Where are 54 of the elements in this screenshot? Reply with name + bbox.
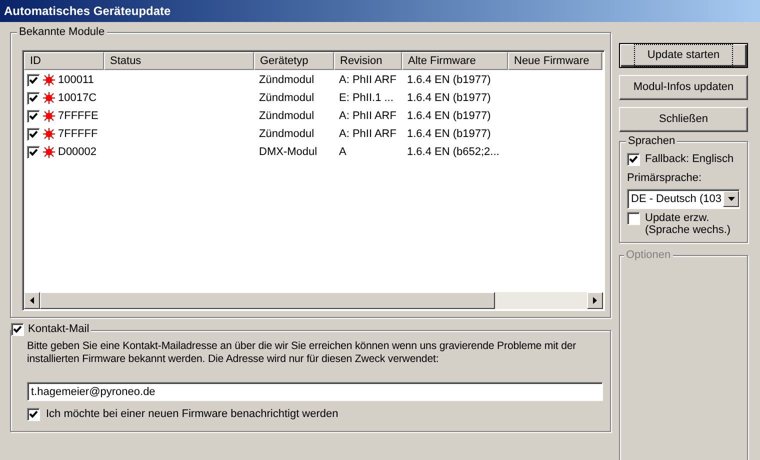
scroll-right-button[interactable] [587,292,603,309]
table-cell-text: 7FFFFF [58,126,98,142]
field-label: Primärsprache: [627,170,703,186]
scroll-left-button[interactable] [24,292,40,309]
table-cell-text: 7FFFFE [58,108,98,124]
table-cell: E: PhII.1 ... [339,92,394,104]
burst-icon [43,74,55,86]
table-cell: Zündmodul [259,110,314,122]
column-header[interactable]: Alte Firmware [402,52,508,70]
table-cell-text: D00002 [58,144,97,160]
notify-checkbox[interactable] [27,408,40,421]
dialog-button[interactable]: Modul-Infos updaten [619,75,748,100]
table-cell: DMX-Modul [259,146,318,158]
table-cell: A: PhII ARF [339,110,396,122]
table-cell: A: PhII ARF [339,128,396,140]
scroll-thumb[interactable] [40,292,495,309]
burst-icon [43,92,55,104]
column-header[interactable]: Gerätetyp [254,52,334,70]
window-title: Automatisches Geräteupdate [4,3,171,20]
table-cell: A: PhII ARF [339,74,396,86]
table-cell: Zündmodul [259,92,314,104]
dialog-button[interactable]: Update starten [619,43,748,68]
burst-icon [43,128,55,140]
group-label: Sprachen [626,134,678,148]
table-cell: 1.6.4 EN (b652;2... [407,146,500,158]
dialog-button[interactable]: Schließen [619,107,748,132]
description-text: Bitte geben Sie eine Kontakt-Mailadresse an über die wir Sie erreichen können wenn uns gravierende Probleme mit der installierten Firmware bekannt werden. Die Adresse wird nur für diesen Zweck verwendet: [27,340,578,366]
column-header[interactable]: ID [24,52,104,70]
group-label: Optionen [624,248,673,262]
horizontal-scrollbar[interactable] [24,292,603,309]
right-arrow-icon[interactable] [593,297,597,304]
checkbox-label: Fallback: Englisch [645,152,734,167]
table-cell: 1.6.4 EN (b1977) [407,110,491,122]
column-header[interactable]: Neue Firmware [508,52,602,70]
extended-checkbox[interactable] [627,212,640,225]
table-cell: Zündmodul [259,128,314,140]
table-cell: Zündmodul [259,74,314,86]
language-dropdown[interactable]: DE - Deutsch (103 [627,189,740,209]
checkbox-label: Update erzw. (Sprache wechs.) [645,212,732,236]
left-arrow-icon[interactable] [30,297,34,304]
column-header[interactable]: Status [104,52,254,70]
contact-checkbox[interactable] [11,322,24,336]
email-field[interactable]: t.hagemeier@pyroneo.de [27,382,603,401]
table-cell: 1.6.4 EN (b1977) [407,128,491,140]
column-header[interactable]: Revision [334,52,402,70]
checkbox-label: Ich möchte bei einer neuen Firmware benachrichtigt werden [46,407,338,422]
table-cell: 1.6.4 EN (b1977) [407,92,491,104]
table-cell: 1.6.4 EN (b1977) [407,74,491,86]
table-cell: A [339,146,346,158]
burst-icon [43,146,55,158]
table-cell-text: 100011 [58,72,94,88]
burst-icon [43,110,55,122]
fallback-checkbox[interactable] [627,152,640,166]
table-cell-text: 10017C [58,90,97,106]
